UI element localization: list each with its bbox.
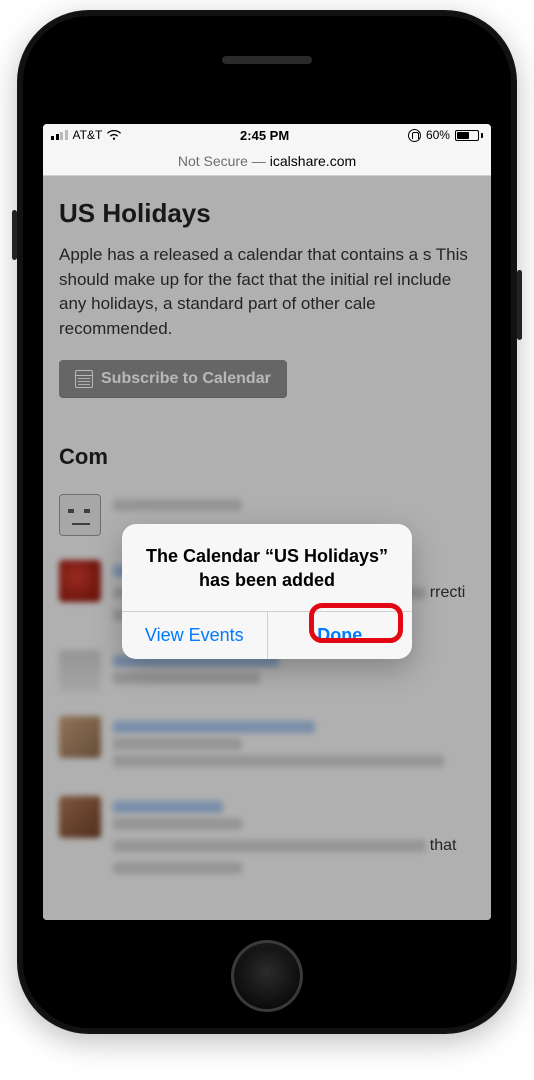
avatar <box>59 494 101 536</box>
wifi-icon <box>107 130 121 141</box>
page-title: US Holidays <box>59 176 481 243</box>
blurred-text <box>113 738 242 750</box>
screen: AT&T 2:45 PM 60% Not Secure — icalsh <box>43 124 491 920</box>
page-description: Apple has a released a calendar that con… <box>59 243 481 342</box>
status-time: 2:45 PM <box>240 128 289 143</box>
blurred-text <box>113 721 315 733</box>
avatar <box>59 650 101 692</box>
view-events-button[interactable]: View Events <box>122 612 267 659</box>
avatar <box>59 716 101 758</box>
blurred-text <box>113 862 242 874</box>
done-button[interactable]: Done <box>267 612 413 659</box>
not-secure-label: Not Secure — <box>178 153 266 169</box>
url-bar[interactable]: Not Secure — icalshare.com <box>43 146 491 176</box>
avatar <box>59 796 101 838</box>
blurred-text <box>113 801 223 813</box>
blurred-text <box>113 755 444 767</box>
visible-text-fragment: that <box>430 837 457 855</box>
home-button[interactable] <box>231 940 303 1012</box>
alert-title: The Calendar “US Holidays” has been adde… <box>122 524 412 611</box>
earpiece <box>222 56 312 64</box>
webpage[interactable]: US Holidays Apple has a released a calen… <box>43 176 491 920</box>
visible-text-fragment: rrecti <box>430 584 466 602</box>
signal-icon <box>51 130 68 140</box>
comment-row: that <box>59 784 481 891</box>
blurred-text <box>113 818 242 830</box>
calendar-added-alert: The Calendar “US Holidays” has been adde… <box>122 524 412 659</box>
status-right: 60% <box>408 128 483 142</box>
status-bar: AT&T 2:45 PM 60% <box>43 124 491 146</box>
battery-icon <box>455 130 483 141</box>
blurred-text <box>113 672 260 684</box>
subscribe-to-calendar-button[interactable]: Subscribe to Calendar <box>59 360 287 398</box>
blurred-text <box>113 840 426 852</box>
phone-frame: AT&T 2:45 PM 60% Not Secure — icalsh <box>17 10 517 1034</box>
rotation-lock-icon <box>408 129 421 142</box>
status-left: AT&T <box>51 128 121 142</box>
comment-row <box>59 704 481 784</box>
url-host: icalshare.com <box>270 153 356 169</box>
comments-heading: Com <box>59 444 481 470</box>
battery-percent: 60% <box>426 128 450 142</box>
carrier-label: AT&T <box>73 128 103 142</box>
blurred-text <box>113 499 242 511</box>
subscribe-label: Subscribe to Calendar <box>101 370 271 388</box>
avatar <box>59 560 101 602</box>
calendar-icon <box>75 370 93 388</box>
